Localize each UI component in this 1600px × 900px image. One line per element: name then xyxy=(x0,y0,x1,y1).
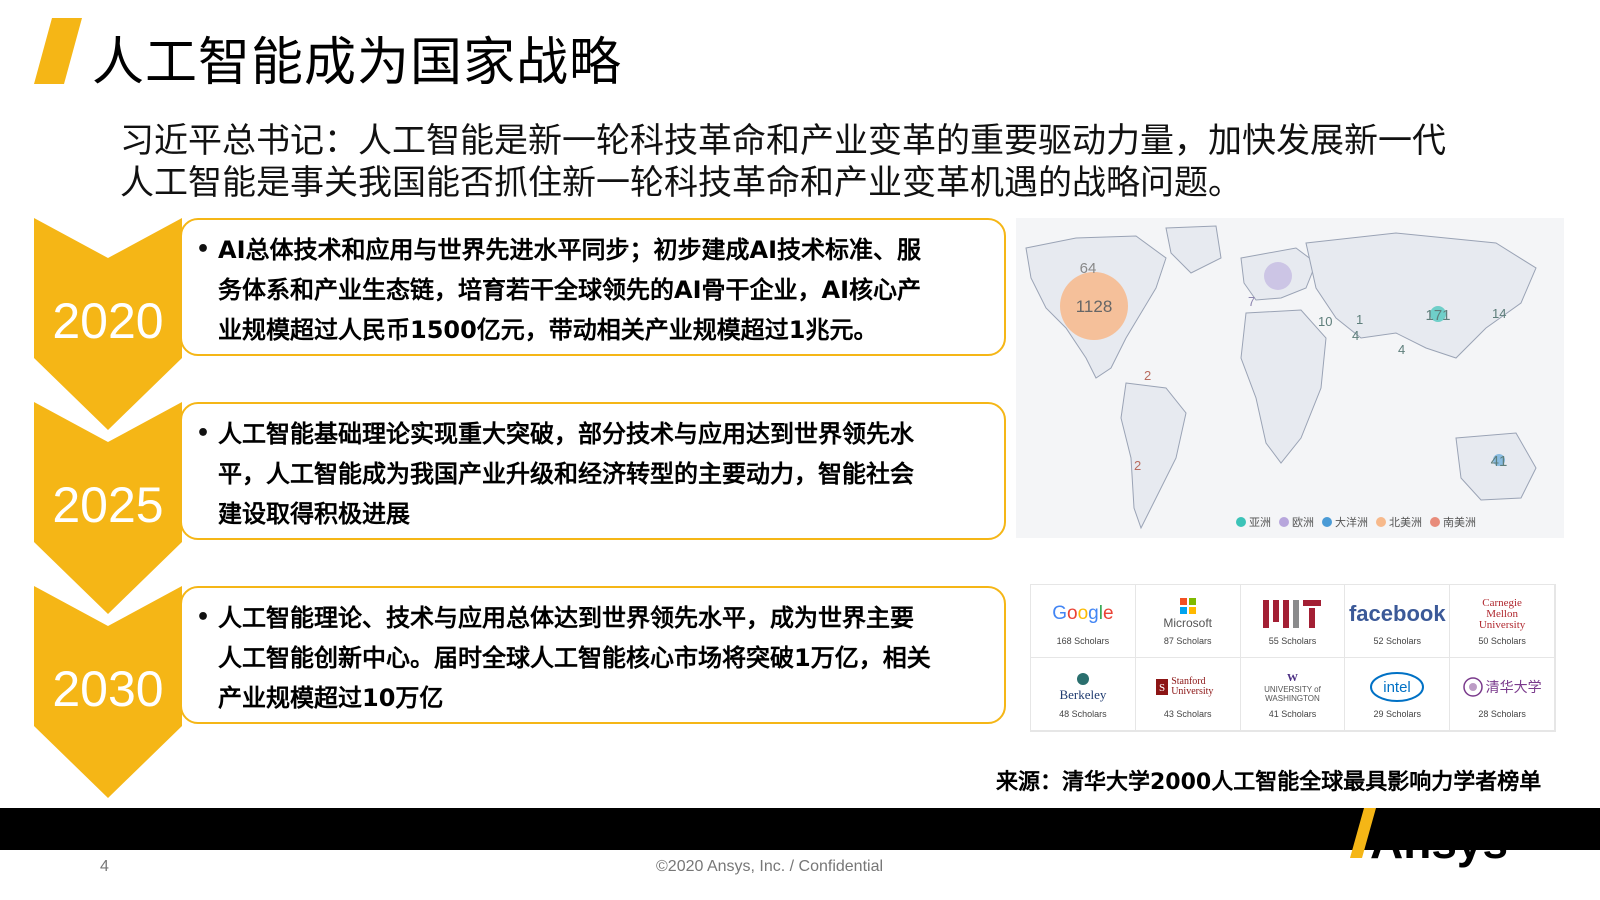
quote-line-2: 人工智能是事关我国能否抓住新一轮科技革命和产业变革机遇的战略问题。 xyxy=(120,163,1242,203)
goal-text-2030: 人工智能理论、技术与应用总体达到世界领先水平，成为世界主要 人工智能创新中心。届… xyxy=(218,598,931,718)
goal-line: 人工智能创新中心。届时全球人工智能核心市场将突破1万亿，相关 xyxy=(218,644,931,672)
bullet-icon: • xyxy=(196,605,211,630)
goal-line: 建设取得积极进展 xyxy=(218,500,410,528)
org-count: 41 Scholars xyxy=(1268,709,1317,719)
org-count: 29 Scholars xyxy=(1373,709,1422,719)
mit-logo xyxy=(1263,596,1322,632)
goal-line: 人工智能基础理论实现重大突破，部分技术与应用达到世界领先水 xyxy=(218,420,914,448)
goal-box-2030: • 人工智能理论、技术与应用总体达到世界领先水平，成为世界主要 人工智能创新中心… xyxy=(180,586,1006,724)
goal-line: 务体系和产业生态链，培育若干全球领先的AI骨干企业，AI核心产 xyxy=(218,276,922,304)
map-label-41: 41 xyxy=(1491,453,1508,470)
year-2030: 2030 xyxy=(52,661,164,717)
org-count: 52 Scholars xyxy=(1373,636,1422,646)
org-count: 28 Scholars xyxy=(1478,709,1526,719)
microsoft-logo: Microsoft xyxy=(1163,596,1212,632)
goal-box-2020: • AI总体技术和应用与世界先进水平同步；初步建成AI技术标准、服 务体系和产业… xyxy=(180,218,1006,356)
map-label-14: 14 xyxy=(1492,306,1506,321)
uw-logo: W UNIVERSITY of WASHINGTON xyxy=(1260,669,1324,705)
quote-text: 习近平总书记：人工智能是新一轮科技革命和产业变革的重要驱动力量，加快发展新一代 … xyxy=(120,120,1446,204)
map-label-4a: 4 xyxy=(1352,328,1359,343)
title-accent-bar xyxy=(34,18,82,84)
legend-dot xyxy=(1236,517,1246,527)
goal-text-2020: AI总体技术和应用与世界先进水平同步；初步建成AI技术标准、服 务体系和产业生态… xyxy=(218,230,921,350)
map-label-4b: 4 xyxy=(1398,342,1405,357)
org-count: 87 Scholars xyxy=(1163,636,1212,646)
year-2020: 2020 xyxy=(52,293,164,349)
org-uw: W UNIVERSITY of WASHINGTON 41 Scholars xyxy=(1240,658,1346,731)
map-label-1: 1 xyxy=(1356,312,1363,327)
quote-line-1: 习近平总书记：人工智能是新一轮科技革命和产业变革的重要驱动力量，加快发展新一代 xyxy=(120,121,1446,161)
goal-line: 业规模超过人民币1500亿元，带动相关产业规模超过1兆元。 xyxy=(218,316,878,344)
org-intel: intel 29 Scholars xyxy=(1345,658,1451,731)
world-map: 1128 64 171 14 41 4 4 1 10 7 2 2 xyxy=(1016,218,1564,538)
source-note: 来源：清华大学2000人工智能全球最具影响力学者榜单 xyxy=(996,770,1542,795)
cmu-logo: Carnegie Mellon University xyxy=(1478,596,1526,631)
org-tsinghua: 清华大学 28 Scholars xyxy=(1450,658,1555,731)
legend-label: 南美洲 xyxy=(1443,516,1476,529)
goal-line: 产业规模超过10万亿 xyxy=(218,684,444,712)
uw-text: UNIVERSITY of WASHINGTON xyxy=(1264,684,1321,703)
svg-text:Ansys: Ansys xyxy=(1370,816,1508,868)
tsinghua-logo: 清华大学 xyxy=(1462,669,1542,705)
bubble-europe xyxy=(1264,262,1292,290)
copyright-text: ©2020 Ansys, Inc. / Confidential xyxy=(656,858,884,875)
goal-box-2025: • 人工智能基础理论实现重大突破，部分技术与应用达到世界领先水 平，人工智能成为… xyxy=(180,402,1006,540)
google-logo: Google xyxy=(1052,603,1114,624)
org-count: 43 Scholars xyxy=(1163,709,1212,719)
microsoft-text: Microsoft xyxy=(1163,616,1213,630)
map-label-2a: 2 xyxy=(1144,368,1151,383)
org-count: 168 Scholars xyxy=(1056,636,1110,646)
org-berkeley: Berkeley 48 Scholars xyxy=(1031,658,1136,731)
legend-dot xyxy=(1279,517,1289,527)
map-label-10: 10 xyxy=(1318,314,1332,329)
berkeley-logo: Berkeley xyxy=(1059,669,1106,705)
map-label-1128: 1128 xyxy=(1076,297,1113,316)
map-label-7: 7 xyxy=(1248,294,1255,309)
stanford-text: Stanford University xyxy=(1171,676,1214,697)
intel-logo: intel xyxy=(1369,669,1425,705)
legend-item-south-america: 南美洲 xyxy=(1430,514,1476,530)
facebook-logo: facebook xyxy=(1348,601,1446,626)
legend-label: 北美洲 xyxy=(1389,516,1422,529)
berkeley-text: Berkeley xyxy=(1059,686,1107,702)
legend-item-north-america: 北美洲 xyxy=(1376,514,1422,530)
org-facebook: facebook 52 Scholars xyxy=(1345,585,1451,658)
svg-text:intel: intel xyxy=(1384,679,1412,696)
svg-text:S: S xyxy=(1159,682,1165,694)
goal-text-2025: 人工智能基础理论实现重大突破，部分技术与应用达到世界领先水 平，人工智能成为我国… xyxy=(218,414,914,534)
org-count: 48 Scholars xyxy=(1059,709,1107,719)
slide-title: 人工智能成为国家战略 xyxy=(92,33,623,93)
page-number: 4 xyxy=(100,858,109,875)
org-count: 55 Scholars xyxy=(1268,636,1317,646)
goal-line: 平，人工智能成为我国产业升级和经济转型的主要动力，智能社会 xyxy=(218,460,914,488)
map-label-171: 171 xyxy=(1425,307,1450,324)
legend-label: 大洋洲 xyxy=(1335,516,1368,529)
map-label-64: 64 xyxy=(1080,260,1097,277)
tsinghua-text: 清华大学 xyxy=(1485,680,1542,696)
legend-label: 亚洲 xyxy=(1249,516,1271,529)
bullet-icon: • xyxy=(196,237,211,262)
org-stanford: S Stanford University 43 Scholars xyxy=(1135,658,1241,731)
goal-line: AI总体技术和应用与世界先进水平同步；初步建成AI技术标准、服 xyxy=(218,236,922,264)
map-legend: 亚洲 欧洲 大洋洲 北美洲 南美洲 xyxy=(1236,514,1476,530)
legend-dot xyxy=(1430,517,1440,527)
org-cmu: Carnegie Mellon University 50 Scholars xyxy=(1450,585,1555,658)
org-microsoft: Microsoft 87 Scholars xyxy=(1135,585,1241,658)
legend-dot xyxy=(1376,517,1386,527)
ansys-logo: Ansys xyxy=(1350,808,1508,868)
legend-item-asia: 亚洲 xyxy=(1236,514,1271,530)
year-2025: 2025 xyxy=(52,477,164,533)
org-mit: 55 Scholars xyxy=(1240,585,1346,658)
legend-dot xyxy=(1322,517,1332,527)
map-label-2b: 2 xyxy=(1134,458,1141,473)
bullet-icon: • xyxy=(196,421,211,446)
legend-item-europe: 欧洲 xyxy=(1279,514,1314,530)
org-google: Google 168 Scholars xyxy=(1031,585,1136,658)
legend-item-oceania: 大洋洲 xyxy=(1322,514,1368,530)
org-grid: Google 168 Scholars Microsoft 87 Scholar… xyxy=(1030,584,1556,732)
stanford-logo: S Stanford University xyxy=(1156,669,1219,705)
org-count: 50 Scholars xyxy=(1478,636,1526,646)
goal-line: 人工智能理论、技术与应用总体达到世界领先水平，成为世界主要 xyxy=(218,604,914,632)
legend-label: 欧洲 xyxy=(1292,516,1314,529)
